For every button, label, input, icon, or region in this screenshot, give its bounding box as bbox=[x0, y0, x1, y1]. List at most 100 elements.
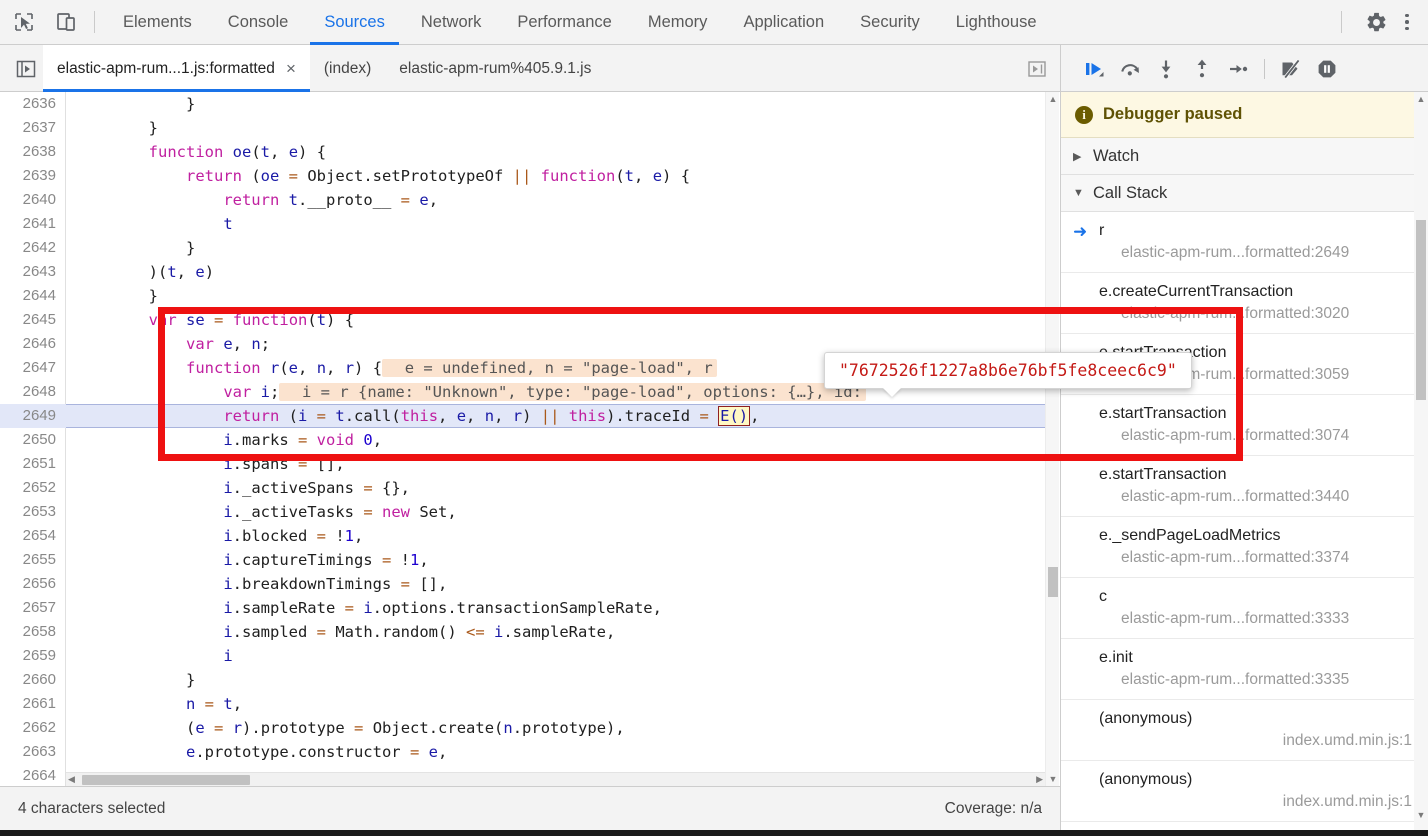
code-line[interactable]: 2656 i.breakdownTimings = [], bbox=[0, 572, 1045, 596]
code-line[interactable]: 2651 i.spans = [], bbox=[0, 452, 1045, 476]
code-line[interactable]: 2645 var se = function(t) { bbox=[0, 308, 1045, 332]
scroll-down-arrow-icon[interactable]: ▼ bbox=[1046, 772, 1059, 786]
code-token: return bbox=[223, 191, 280, 209]
cursor-inspect-icon[interactable] bbox=[6, 4, 42, 40]
sidebar-vertical-scrollbar[interactable]: ▲ ▼ bbox=[1414, 92, 1428, 836]
code-line[interactable]: 2663 e.prototype.constructor = e, bbox=[0, 740, 1045, 764]
scroll-right-arrow-icon[interactable]: ▶ bbox=[1036, 774, 1043, 785]
call-stack-frame-location[interactable]: index.umd.min.js:1 bbox=[1099, 730, 1422, 752]
gear-icon[interactable] bbox=[1358, 4, 1394, 40]
code-line[interactable]: 2643 )(t, e) bbox=[0, 260, 1045, 284]
code-line[interactable]: 2658 i.sampled = Math.random() <= i.samp… bbox=[0, 620, 1045, 644]
more-tabs-icon[interactable] bbox=[1025, 57, 1049, 81]
tab-lighthouse[interactable]: Lighthouse bbox=[938, 0, 1055, 45]
code-lines[interactable]: 2636 } 2637 } 2638 function oe(t, e) {2639… bbox=[0, 92, 1059, 786]
code-token: , bbox=[232, 335, 252, 353]
call-stack-frame-location[interactable]: index.umd.min.js:1 bbox=[1099, 791, 1422, 813]
code-line[interactable]: 2644 } bbox=[0, 284, 1045, 308]
tab-performance[interactable]: Performance bbox=[499, 0, 629, 45]
call-stack-frame-location[interactable]: elastic-apm-rum...formatted:3335 bbox=[1099, 669, 1422, 691]
vertical-scroll-thumb[interactable] bbox=[1048, 567, 1058, 597]
code-token: t bbox=[223, 215, 233, 233]
code-line[interactable]: 2650 i.marks = void 0, bbox=[0, 428, 1045, 452]
code-line[interactable]: 2652 i._activeSpans = {}, bbox=[0, 476, 1045, 500]
step-out-icon[interactable] bbox=[1185, 52, 1219, 86]
step-icon[interactable] bbox=[1221, 52, 1255, 86]
editor-vertical-scrollbar[interactable]: ▲ ▼ bbox=[1045, 92, 1059, 786]
pause-on-exceptions-icon[interactable] bbox=[1310, 52, 1344, 86]
call-stack-frame[interactable]: e.init elastic-apm-rum...formatted:3335 bbox=[1061, 639, 1428, 700]
tab-network[interactable]: Network bbox=[403, 0, 500, 45]
step-over-icon[interactable] bbox=[1113, 52, 1147, 86]
scroll-up-arrow-icon[interactable]: ▲ bbox=[1414, 92, 1428, 106]
device-toolbar-icon[interactable] bbox=[48, 4, 84, 40]
tab-security[interactable]: Security bbox=[842, 0, 938, 45]
call-stack-frame-location[interactable]: elastic-apm-rum...formatted:3440 bbox=[1099, 486, 1422, 508]
code-line[interactable]: 2660 } bbox=[0, 668, 1045, 692]
code-line[interactable]: 2641 t bbox=[0, 212, 1045, 236]
code-token: } bbox=[74, 671, 196, 689]
topbar-actions bbox=[1331, 0, 1428, 45]
code-token: function bbox=[148, 143, 224, 161]
vertical-scroll-thumb[interactable] bbox=[1416, 220, 1426, 400]
call-stack-frame[interactable]: e.startTransaction elastic-apm-rum...form… bbox=[1061, 395, 1428, 456]
deactivate-breakpoints-icon[interactable] bbox=[1274, 52, 1308, 86]
code-line[interactable]: 2662 (e = r).prototype = Object.create(n… bbox=[0, 716, 1045, 740]
code-line[interactable]: 2637 } bbox=[0, 116, 1045, 140]
tab-application[interactable]: Application bbox=[725, 0, 842, 45]
step-into-icon[interactable] bbox=[1149, 52, 1183, 86]
horizontal-scroll-thumb[interactable] bbox=[82, 774, 250, 785]
tab-console[interactable]: Console bbox=[210, 0, 307, 45]
call-stack-frame-location[interactable]: elastic-apm-rum...formatted:3074 bbox=[1099, 425, 1422, 447]
code-line[interactable]: 2649 return (i = t.call(this, e, n, r) |… bbox=[0, 404, 1059, 428]
call-stack-frame-location[interactable]: elastic-apm-rum...formatted:3020 bbox=[1099, 303, 1422, 325]
code-token: .blocked bbox=[232, 527, 317, 545]
toolbar-divider bbox=[1341, 11, 1342, 33]
call-stack-frame[interactable]: c elastic-apm-rum...formatted:3333 bbox=[1061, 578, 1428, 639]
code-token: = bbox=[400, 575, 410, 593]
call-stack-frame[interactable]: e.createCurrentTransaction elastic-apm-ru… bbox=[1061, 273, 1428, 334]
file-tab-label: elastic-apm-rum...1.js:formatted bbox=[57, 59, 275, 77]
code-token: , bbox=[354, 527, 364, 545]
show-navigator-icon[interactable] bbox=[9, 52, 43, 86]
tab-memory[interactable]: Memory bbox=[630, 0, 726, 45]
code-line[interactable]: 2636 } bbox=[0, 92, 1045, 116]
code-line[interactable]: 2657 i.sampleRate = i.options.transactio… bbox=[0, 596, 1045, 620]
call-stack-frame-location[interactable]: elastic-apm-rum...formatted:3333 bbox=[1099, 608, 1422, 630]
code-editor[interactable]: 2636 } 2637 } 2638 function oe(t, e) {2639… bbox=[0, 92, 1059, 786]
call-stack-frame[interactable]: ➜ r elastic-apm-rum...formatted:2649 bbox=[1061, 212, 1428, 273]
file-tab-elastic-apm-rum-591[interactable]: elastic-apm-rum%405.9.1.js bbox=[385, 45, 605, 92]
scroll-down-arrow-icon[interactable]: ▼ bbox=[1414, 808, 1428, 822]
code-line[interactable]: 2653 i._activeTasks = new Set, bbox=[0, 500, 1045, 524]
tab-elements[interactable]: Elements bbox=[105, 0, 210, 45]
kebab-menu-icon[interactable] bbox=[1394, 9, 1420, 35]
close-icon[interactable]: × bbox=[286, 60, 296, 77]
code-line[interactable]: 2661 n = t, bbox=[0, 692, 1045, 716]
code-line[interactable]: 2659 i bbox=[0, 644, 1045, 668]
call-stack-frame[interactable]: (anonymous) index.umd.min.js:1 bbox=[1061, 700, 1428, 761]
call-stack-frame-name: e.createCurrentTransaction bbox=[1099, 283, 1294, 300]
code-line[interactable]: 2654 i.blocked = !1, bbox=[0, 524, 1045, 548]
sidebar-section-watch[interactable]: ▶ Watch bbox=[1061, 138, 1428, 175]
code-line[interactable]: 2655 i.captureTimings = !1, bbox=[0, 548, 1045, 572]
code-line[interactable]: 2642 } bbox=[0, 236, 1045, 260]
file-tab-elastic-apm-rum-formatted[interactable]: elastic-apm-rum...1.js:formatted × bbox=[43, 45, 310, 92]
code-token: = bbox=[288, 167, 299, 185]
scroll-left-arrow-icon[interactable]: ◀ bbox=[68, 774, 75, 785]
line-number: 2664 bbox=[22, 767, 56, 784]
sidebar-section-call-stack[interactable]: ▼ Call Stack bbox=[1061, 175, 1428, 212]
code-line[interactable]: 2639 return (oe = Object.setPrototypeOf … bbox=[0, 164, 1045, 188]
file-tab-index[interactable]: (index) bbox=[310, 45, 385, 92]
code-line[interactable]: 2640 return t.__proto__ = e, bbox=[0, 188, 1045, 212]
tab-sources[interactable]: Sources bbox=[306, 0, 403, 45]
code-line[interactable]: 2638 function oe(t, e) { bbox=[0, 140, 1045, 164]
call-stack-frame-location[interactable]: elastic-apm-rum...formatted:3374 bbox=[1099, 547, 1422, 569]
call-stack-frame[interactable]: e._sendPageLoadMetrics elastic-apm-rum...… bbox=[1061, 517, 1428, 578]
call-stack-frame[interactable]: e.startTransaction elastic-apm-rum...form… bbox=[1061, 456, 1428, 517]
editor-horizontal-scrollbar[interactable]: ◀ ▶ bbox=[66, 772, 1045, 786]
scroll-up-arrow-icon[interactable]: ▲ bbox=[1046, 92, 1059, 106]
call-stack-frame-location[interactable]: elastic-apm-rum...formatted:2649 bbox=[1099, 242, 1422, 264]
play-resume-icon[interactable] bbox=[1077, 52, 1111, 86]
call-stack-frame[interactable]: (anonymous) index.umd.min.js:1 bbox=[1061, 761, 1428, 822]
